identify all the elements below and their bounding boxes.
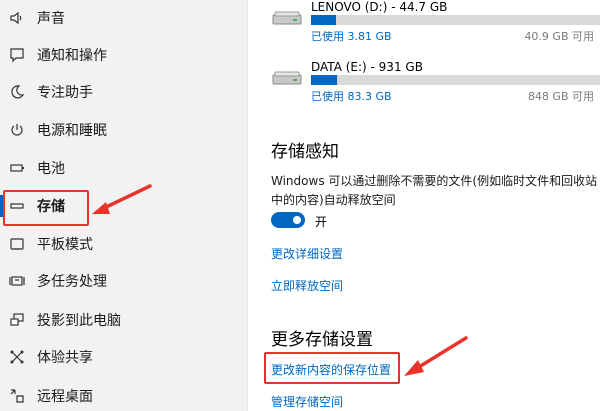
toggle-state-label: 开: [315, 215, 328, 229]
sidebar-item-label: 体验共享: [37, 350, 93, 366]
link-change-detailed-settings[interactable]: 更改详细设置: [271, 245, 343, 262]
toggle-knob: [293, 216, 301, 224]
drive-d[interactable]: LENOVO (D:) - 44.7 GB 已使用 3.81 GB 40.9 G…: [249, 0, 600, 50]
annotation-arrow-save-location: [404, 336, 468, 376]
remote-icon: [8, 387, 26, 405]
drive-usage-fill: [311, 75, 337, 85]
sidebar-item-label: 通知和操作: [37, 48, 107, 64]
drive-free-text: 40.9 GB 可用: [524, 30, 594, 43]
drive-name: DATA (E:) - 931 GB: [311, 60, 423, 74]
storage-sense-toggle[interactable]: [271, 212, 305, 228]
drive-usage-fill: [311, 15, 336, 25]
hard-drive-icon: [272, 71, 302, 85]
more-storage-heading: 更多存储设置: [271, 330, 373, 350]
battery-icon: [8, 159, 26, 177]
drive-used-text: 已使用 83.3 GB: [311, 90, 392, 103]
drive-e[interactable]: DATA (E:) - 931 GB 已使用 83.3 GB 848 GB 可用: [249, 60, 600, 110]
drive-free-text: 848 GB 可用: [527, 90, 594, 103]
sidebar-item-label: 多任务处理: [37, 274, 107, 290]
sidebar-item-tablet-mode[interactable]: 平板模式: [0, 226, 248, 262]
drive-name: LENOVO (D:) - 44.7 GB: [311, 0, 448, 14]
drive-usage-bar: [311, 15, 600, 25]
power-icon: [8, 121, 26, 139]
sidebar-item-label: 平板模式: [37, 237, 93, 253]
share-icon: [8, 348, 26, 366]
projection-icon: [8, 311, 26, 329]
multitask-icon: [8, 272, 26, 290]
sidebar-item-label: 专注助手: [37, 85, 93, 101]
message-icon: [8, 46, 26, 64]
annotation-box-storage: [3, 190, 89, 226]
sidebar-item-label: 远程桌面: [37, 389, 93, 405]
link-manage-storage-spaces[interactable]: 管理存储空间: [271, 393, 343, 410]
drive-usage-bar: [311, 75, 600, 85]
sidebar-item-multitasking[interactable]: 多任务处理: [0, 263, 248, 299]
sidebar-item-shared-experiences[interactable]: 体验共享: [0, 339, 248, 375]
tablet-icon: [8, 235, 26, 253]
sidebar-item-power-sleep[interactable]: 电源和睡眠: [0, 112, 248, 148]
sidebar-item-project-to-pc[interactable]: 投影到此电脑: [0, 302, 248, 338]
speaker-icon: [8, 9, 26, 27]
sidebar-item-sound[interactable]: 声音: [0, 0, 248, 36]
moon-icon: [8, 83, 26, 101]
sidebar-item-label: 电源和睡眠: [37, 123, 107, 139]
annotation-arrow-storage: [92, 184, 152, 214]
sidebar-item-notifications[interactable]: 通知和操作: [0, 37, 248, 73]
link-free-up-space-now[interactable]: 立即释放空间: [271, 277, 343, 294]
storage-sense-heading: 存储感知: [271, 142, 339, 162]
drive-used-text: 已使用 3.81 GB: [311, 30, 392, 43]
sidebar-item-label: 声音: [37, 11, 65, 27]
sidebar-item-label: 电池: [37, 161, 65, 177]
sidebar-item-label: 投影到此电脑: [37, 313, 121, 329]
sidebar-item-remote-desktop[interactable]: 远程桌面: [0, 378, 248, 411]
sidebar-item-focus-assist[interactable]: 专注助手: [0, 74, 248, 110]
storage-sense-description: Windows 可以通过删除不需要的文件(例如临时文件和回收站中的内容)自动释放…: [271, 174, 598, 207]
annotation-box-save-location: [264, 352, 400, 384]
hard-drive-icon: [272, 11, 302, 25]
